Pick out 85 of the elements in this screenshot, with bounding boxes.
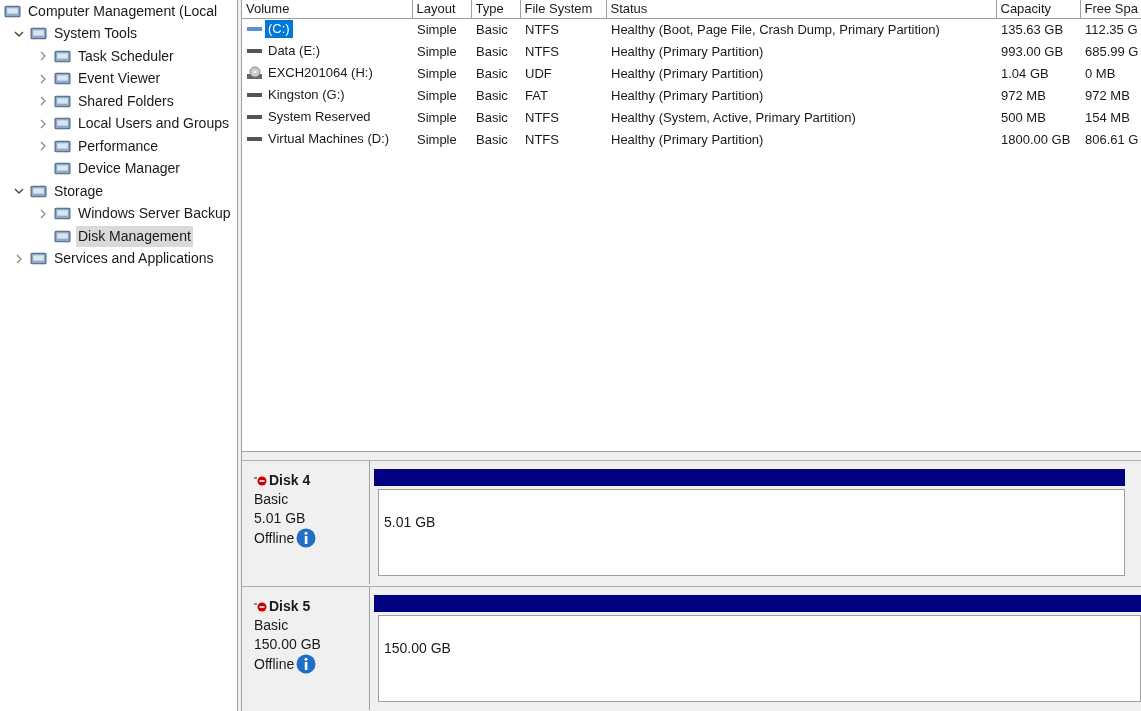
table-cell-text: Simple [416, 130, 458, 149]
collapsed-chevron-icon[interactable] [38, 118, 48, 129]
offline-disk-icon [254, 474, 268, 487]
table-cell-text: 685.99 G [1084, 42, 1140, 61]
column-header[interactable]: Volume [242, 0, 412, 18]
column-header[interactable]: Type [471, 0, 520, 18]
table-cell-text: 1.04 GB [1000, 64, 1050, 83]
table-cell[interactable]: Virtual Machines (D:) [265, 130, 393, 148]
table-cell-text: NTFS [524, 108, 560, 127]
collapsed-chevron-icon[interactable] [14, 253, 24, 264]
table-cell-text: 972 MB [1000, 86, 1047, 105]
tree-item[interactable]: Disk Management [76, 225, 193, 247]
table-cell-text: 1800.00 GB [1000, 130, 1072, 149]
partition-area[interactable]: 5.01 GB [378, 489, 1125, 576]
table-cell: NTFS [520, 18, 606, 40]
table-cell-text: 806.61 G [1084, 130, 1140, 149]
table-cell-text: Basic [475, 130, 509, 149]
column-header[interactable]: File System [520, 0, 606, 18]
table-cell-text: Healthy (Primary Partition) [610, 86, 765, 105]
table-cell: Healthy (Boot, Page File, Crash Dump, Primary Partition) [606, 18, 996, 40]
table-cell[interactable]: EXCH201064 (H:) [265, 64, 376, 82]
table-cell[interactable]: (C:) [265, 20, 293, 39]
table-cell-text: 972 MB [1084, 86, 1131, 105]
table-cell-text: 500 MB [1000, 108, 1047, 127]
table-cell-text: NTFS [524, 42, 560, 61]
disk-size: 5.01 GB [254, 509, 307, 528]
table-cell-text: Healthy (Primary Partition) [610, 130, 765, 149]
table-cell-text: Basic [475, 42, 509, 61]
table-cell: Simple [412, 18, 471, 40]
tree-item[interactable]: Shared Folders [76, 90, 176, 112]
disk-type: Basic [254, 490, 290, 509]
disk-name: Disk 4 [269, 471, 311, 490]
table-cell-text: Basic [475, 64, 509, 83]
tree-item[interactable]: Device Manager [76, 158, 182, 180]
table-cell[interactable]: System Reserved [265, 108, 374, 126]
disk-size: 150.00 GB [254, 635, 322, 654]
disk-type: Basic [254, 616, 290, 635]
table-cell-text: Healthy (System, Active, Primary Partition) [610, 108, 857, 127]
collapsed-chevron-icon[interactable] [38, 51, 48, 62]
tree-item[interactable]: Computer Management (Local [26, 0, 220, 22]
info-icon[interactable] [296, 528, 317, 548]
table-cell-text: Simple [416, 64, 458, 83]
table-cell-text: Basic [475, 108, 509, 127]
partition-size: 150.00 GB [384, 640, 451, 656]
table-cell-text: Simple [416, 42, 458, 61]
disc-drive-icon [246, 66, 263, 80]
table-cell: Basic [471, 18, 520, 40]
table-cell-text: Healthy (Primary Partition) [610, 42, 765, 61]
disk-status: Offline [254, 654, 295, 674]
table-cell-text: UDF [524, 64, 553, 83]
tree-item[interactable]: Services and Applications [52, 248, 216, 270]
disk-status: Offline [254, 528, 295, 548]
partition-area[interactable]: 150.00 GB [378, 615, 1141, 702]
table-cell-text: Healthy (Primary Partition) [610, 64, 765, 83]
table-cell-text: 0 MB [1084, 64, 1117, 83]
column-header[interactable]: Status [606, 0, 996, 18]
table-cell-text: 993.00 GB [1000, 42, 1065, 61]
collapsed-chevron-icon[interactable] [38, 96, 48, 107]
tree-item[interactable]: Local Users and Groups [76, 113, 231, 135]
disk-name: Disk 5 [269, 597, 311, 616]
tree-item[interactable]: Event Viewer [76, 68, 163, 90]
offline-disk-icon [254, 600, 268, 613]
table-cell-text: Simple [416, 108, 458, 127]
table-cell: 135.63 GB [996, 18, 1080, 40]
column-header[interactable]: Layout [412, 0, 471, 18]
collapsed-chevron-icon[interactable] [38, 73, 48, 84]
column-header[interactable]: Free Spa [1080, 0, 1141, 18]
collapsed-chevron-icon[interactable] [38, 141, 48, 152]
collapsed-chevron-icon[interactable] [38, 208, 48, 219]
tree-item[interactable]: Performance [76, 135, 161, 157]
table-cell: 112.35 G [1080, 18, 1141, 40]
info-icon[interactable] [296, 654, 317, 674]
table-cell-text: Basic [475, 86, 509, 105]
tree-item[interactable]: Windows Server Backup [76, 203, 233, 225]
table-cell[interactable]: Kingston (G:) [265, 86, 348, 104]
tree-item[interactable]: Task Scheduler [76, 45, 176, 67]
table-cell-text: NTFS [524, 130, 560, 149]
column-header[interactable]: Capacity [996, 0, 1080, 18]
table-cell-text: FAT [524, 86, 549, 105]
table-cell-text: 154 MB [1084, 108, 1131, 127]
tree-item[interactable]: System Tools [52, 23, 139, 45]
table-cell[interactable]: Data (E:) [265, 42, 323, 60]
partition-size: 5.01 GB [384, 514, 436, 530]
tree-item[interactable]: Storage [52, 180, 106, 202]
table-cell-text: Simple [416, 86, 458, 105]
